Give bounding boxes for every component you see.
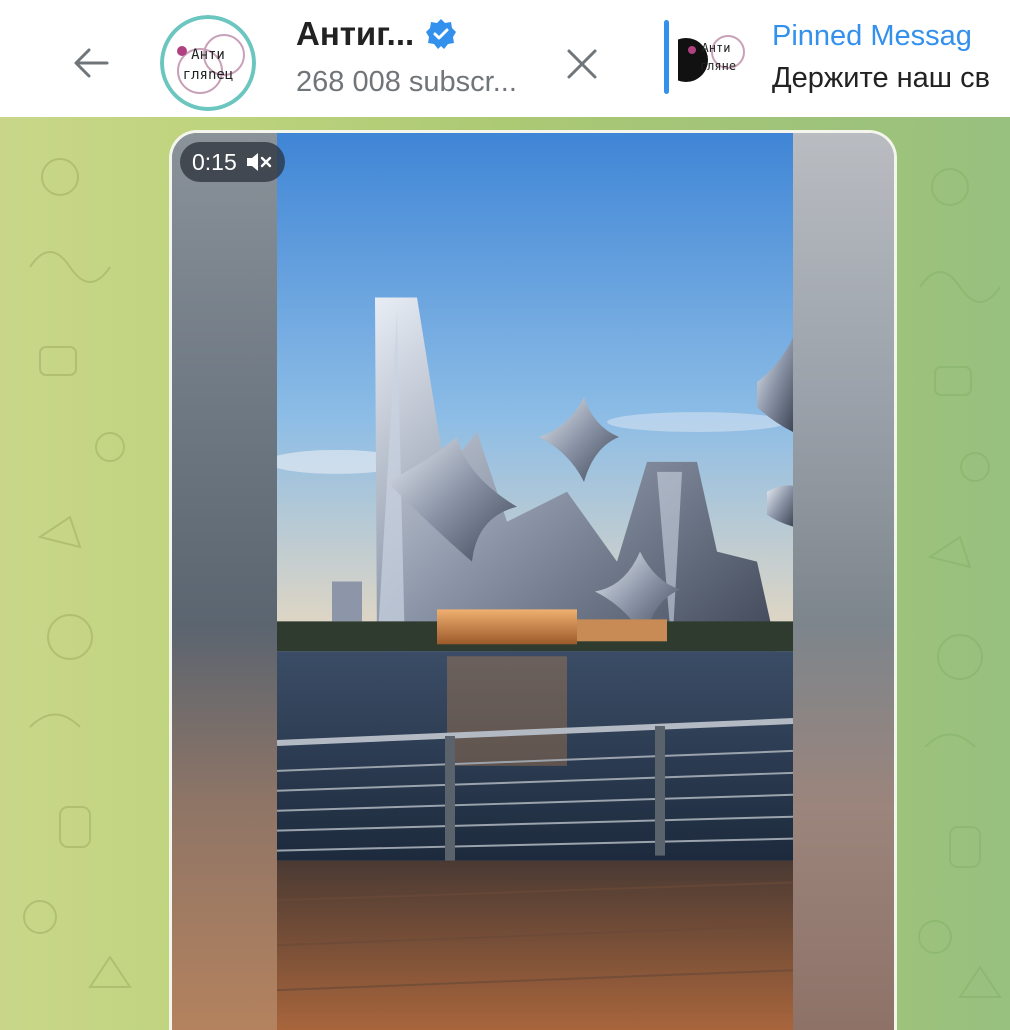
video-message[interactable]: 0:15 bbox=[169, 130, 897, 1030]
pinned-title: Pinned Messag bbox=[772, 20, 972, 52]
mute-icon[interactable] bbox=[245, 151, 273, 173]
pinned-thumbnail: Анти гляне bbox=[678, 22, 750, 94]
svg-text:Анти: Анти bbox=[191, 47, 225, 63]
channel-title-row[interactable]: Антиг... bbox=[296, 12, 458, 56]
video-duration-badge: 0:15 bbox=[180, 142, 285, 182]
back-arrow-icon bbox=[74, 48, 109, 78]
channel-title: Антиг... bbox=[296, 15, 415, 52]
subscriber-count: 268 008 subscr... bbox=[296, 66, 517, 98]
video-duration: 0:15 bbox=[192, 148, 237, 175]
video-blur-right bbox=[788, 133, 894, 1030]
video-frame bbox=[277, 133, 793, 1030]
back-button[interactable] bbox=[64, 36, 118, 90]
close-button[interactable] bbox=[556, 38, 608, 90]
svg-text:гляне: гляне bbox=[700, 59, 736, 73]
pinned-text: Держите наш св bbox=[772, 62, 991, 94]
svg-text:гляneц: гляneц bbox=[183, 67, 234, 83]
verified-icon bbox=[426, 19, 457, 49]
pinned-message[interactable]: Анти гляне Pinned Messag Держите наш св bbox=[664, 16, 1010, 100]
pinned-indicator bbox=[664, 20, 669, 94]
video-blur-left bbox=[172, 133, 280, 1030]
channel-avatar[interactable]: Анти гляneц bbox=[160, 15, 256, 111]
chat-area: 0:15 bbox=[0, 117, 1010, 1030]
chat-header: Анти гляneц Антиг... 268 008 subscr... А… bbox=[0, 0, 1010, 117]
svg-text:Анти: Анти bbox=[702, 41, 731, 55]
close-icon bbox=[567, 49, 597, 79]
